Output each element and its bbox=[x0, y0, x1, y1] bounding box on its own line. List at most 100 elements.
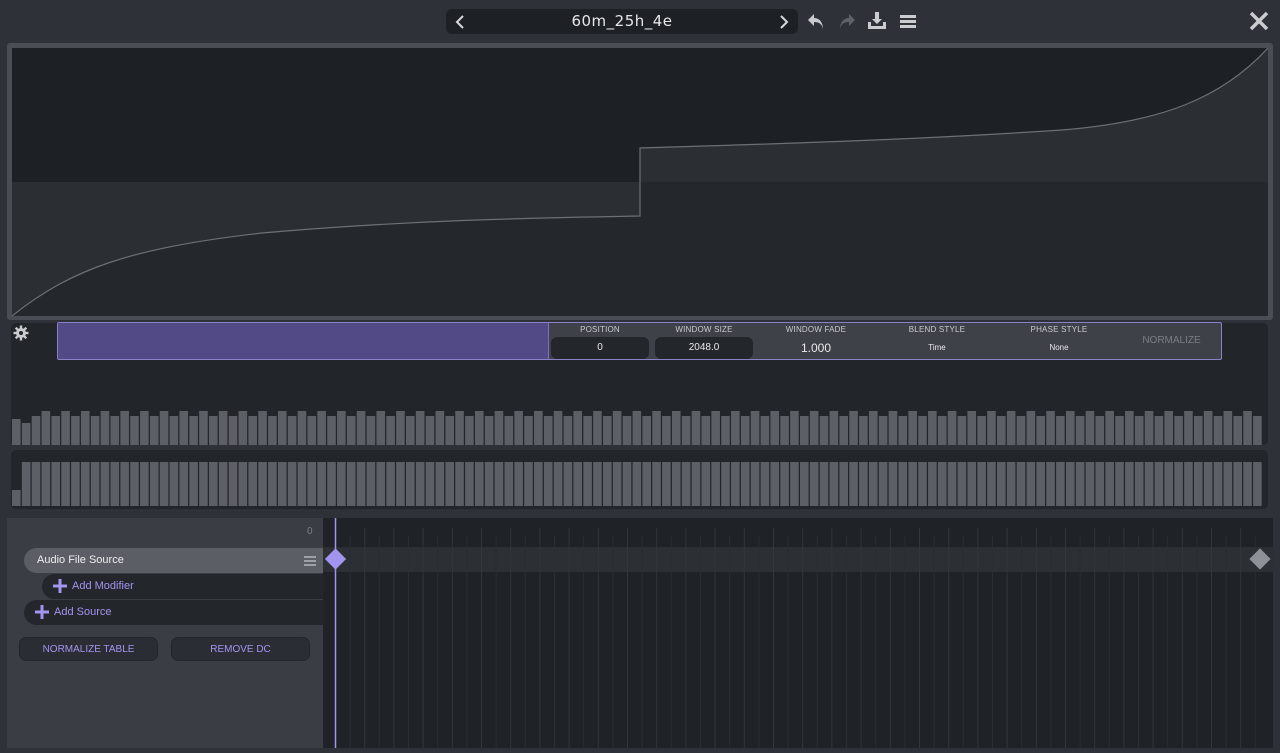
phase-bar[interactable] bbox=[1115, 462, 1124, 506]
harmonic-bar[interactable] bbox=[593, 411, 602, 445]
phase-bar[interactable] bbox=[711, 462, 720, 506]
phase-bar[interactable] bbox=[337, 462, 346, 506]
harmonic-bar[interactable] bbox=[1203, 411, 1213, 445]
phase-bar[interactable] bbox=[51, 462, 60, 506]
phase-bar[interactable] bbox=[1194, 462, 1203, 506]
harmonic-bar[interactable] bbox=[346, 416, 356, 445]
harmonic-bar[interactable] bbox=[819, 416, 829, 445]
phase-bar[interactable] bbox=[770, 462, 780, 506]
harmonic-bar[interactable] bbox=[277, 411, 287, 445]
phase-bar[interactable] bbox=[740, 462, 750, 506]
harmonic-bar[interactable] bbox=[169, 416, 179, 445]
phase-bar[interactable] bbox=[888, 462, 898, 506]
phase-bar[interactable] bbox=[612, 462, 622, 506]
phase-bar[interactable] bbox=[1125, 462, 1134, 506]
harmonic-bar[interactable] bbox=[1243, 411, 1252, 445]
phase-bar[interactable] bbox=[603, 462, 612, 506]
harmonic-bar[interactable] bbox=[868, 411, 878, 445]
harmonic-bar[interactable] bbox=[149, 416, 159, 445]
close-icon[interactable] bbox=[1248, 10, 1270, 32]
phase-bar[interactable] bbox=[189, 462, 198, 506]
phase-bar[interactable] bbox=[1085, 462, 1095, 506]
phase-bar[interactable] bbox=[967, 462, 977, 506]
harmonic-bar[interactable] bbox=[681, 416, 691, 445]
undo-icon[interactable] bbox=[805, 10, 827, 32]
phase-bar[interactable] bbox=[1065, 462, 1075, 506]
harmonic-bar[interactable] bbox=[770, 411, 780, 445]
harmonic-bar[interactable] bbox=[189, 416, 198, 445]
harmonic-bar[interactable] bbox=[839, 416, 848, 445]
blend-style-value[interactable]: Time bbox=[876, 337, 998, 359]
harmonic-bar[interactable] bbox=[1105, 411, 1114, 445]
remove-dc-button[interactable]: REMOVE DC bbox=[171, 637, 310, 661]
harmonic-bar[interactable] bbox=[484, 416, 494, 445]
phase-bar[interactable] bbox=[396, 462, 405, 506]
phase-bar[interactable] bbox=[307, 462, 317, 506]
harmonic-bar[interactable] bbox=[474, 411, 484, 445]
phase-bar[interactable] bbox=[1164, 462, 1174, 506]
phase-bar[interactable] bbox=[1095, 462, 1105, 506]
phase-bar[interactable] bbox=[681, 462, 691, 506]
harmonic-bar[interactable] bbox=[721, 416, 730, 445]
timeline[interactable] bbox=[323, 518, 1273, 748]
phase-bar[interactable] bbox=[652, 462, 661, 506]
harmonic-bar[interactable] bbox=[534, 411, 543, 445]
phase-bar[interactable] bbox=[248, 462, 257, 506]
harmonic-bar[interactable] bbox=[750, 411, 760, 445]
save-icon[interactable] bbox=[866, 10, 888, 32]
phase-bar[interactable] bbox=[268, 462, 277, 506]
phase-bar[interactable] bbox=[386, 462, 395, 506]
phase-bar[interactable] bbox=[671, 462, 681, 506]
phase-bar[interactable] bbox=[1223, 462, 1233, 506]
phase-bar[interactable] bbox=[809, 462, 819, 506]
window-size-value[interactable]: 2048.0 bbox=[655, 337, 753, 359]
harmonic-bar[interactable] bbox=[671, 411, 681, 445]
phase-bar[interactable] bbox=[829, 462, 839, 506]
phase-bars[interactable] bbox=[11, 450, 1268, 509]
phase-bar[interactable] bbox=[928, 462, 937, 506]
harmonic-bar[interactable] bbox=[711, 411, 720, 445]
harmonic-bar[interactable] bbox=[406, 416, 415, 445]
harmonic-bar[interactable] bbox=[179, 411, 189, 445]
phase-bar[interactable] bbox=[327, 462, 336, 506]
phase-bar[interactable] bbox=[376, 462, 386, 506]
harmonic-bar[interactable] bbox=[1154, 416, 1164, 445]
harmonic-bar[interactable] bbox=[662, 416, 671, 445]
harmonic-bar[interactable] bbox=[396, 411, 405, 445]
phase-bar[interactable] bbox=[1056, 462, 1065, 506]
harmonic-bar[interactable] bbox=[612, 411, 622, 445]
harmonic-bar[interactable] bbox=[583, 416, 592, 445]
harmonic-bar[interactable] bbox=[632, 411, 642, 445]
add-source-button[interactable]: Add Source bbox=[24, 600, 323, 625]
window-region[interactable] bbox=[58, 323, 549, 359]
phase-bar[interactable] bbox=[819, 462, 829, 506]
waveform-display[interactable] bbox=[12, 48, 1268, 316]
phase-bar[interactable] bbox=[957, 462, 967, 506]
harmonic-bar[interactable] bbox=[366, 416, 376, 445]
harmonic-bar[interactable] bbox=[997, 416, 1006, 445]
harmonic-bar[interactable] bbox=[573, 411, 583, 445]
harmonic-bar[interactable] bbox=[376, 411, 386, 445]
harmonic-bar[interactable] bbox=[307, 416, 317, 445]
harmonic-bar[interactable] bbox=[120, 411, 129, 445]
phase-bar[interactable] bbox=[937, 462, 947, 506]
phase-bar[interactable] bbox=[1075, 462, 1085, 506]
phase-bar[interactable] bbox=[277, 462, 287, 506]
harmonic-bar[interactable] bbox=[957, 416, 967, 445]
phase-bar[interactable] bbox=[120, 462, 129, 506]
phase-bar[interactable] bbox=[878, 462, 888, 506]
phase-bar[interactable] bbox=[790, 462, 799, 506]
harmonic-bar[interactable] bbox=[1213, 416, 1223, 445]
phase-bar[interactable] bbox=[691, 462, 701, 506]
harmonic-bar[interactable] bbox=[287, 416, 297, 445]
position-value[interactable]: 0 bbox=[551, 337, 649, 359]
phase-style-value[interactable]: None bbox=[998, 337, 1120, 359]
phase-bar[interactable] bbox=[1016, 462, 1026, 506]
phase-bar[interactable] bbox=[908, 462, 917, 506]
phase-bar[interactable] bbox=[1046, 462, 1055, 506]
phase-bar[interactable] bbox=[504, 462, 514, 506]
harmonic-bar[interactable] bbox=[514, 411, 523, 445]
phase-bar[interactable] bbox=[41, 462, 51, 506]
phase-bar[interactable] bbox=[1184, 462, 1193, 506]
harmonic-bar[interactable] bbox=[1065, 411, 1075, 445]
